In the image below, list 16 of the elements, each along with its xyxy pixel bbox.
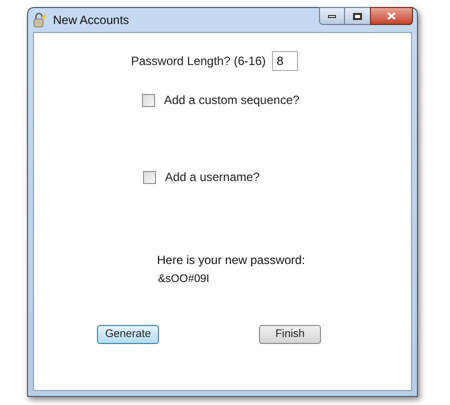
maximize-button[interactable]	[345, 7, 370, 25]
close-icon	[387, 12, 396, 20]
checkbox[interactable]	[142, 94, 155, 106]
minimize-button[interactable]	[319, 7, 345, 25]
checkbox-label: Add a custom sequence?	[164, 92, 300, 109]
finish-button[interactable]: Finish	[259, 324, 321, 344]
checkbox-label: Add a username?	[165, 169, 260, 186]
generate-button[interactable]: Generate	[97, 324, 159, 344]
window-title: New Accounts	[53, 12, 130, 29]
length-input[interactable]: 8	[272, 51, 298, 71]
generated-password: &sOO#09I	[158, 272, 210, 287]
length-label: Password Length? (6-16)	[131, 53, 266, 70]
lock-icon	[33, 12, 47, 28]
result-heading: Here is your new password:	[157, 252, 306, 269]
close-button[interactable]	[370, 7, 413, 25]
checkbox[interactable]	[143, 170, 156, 184]
